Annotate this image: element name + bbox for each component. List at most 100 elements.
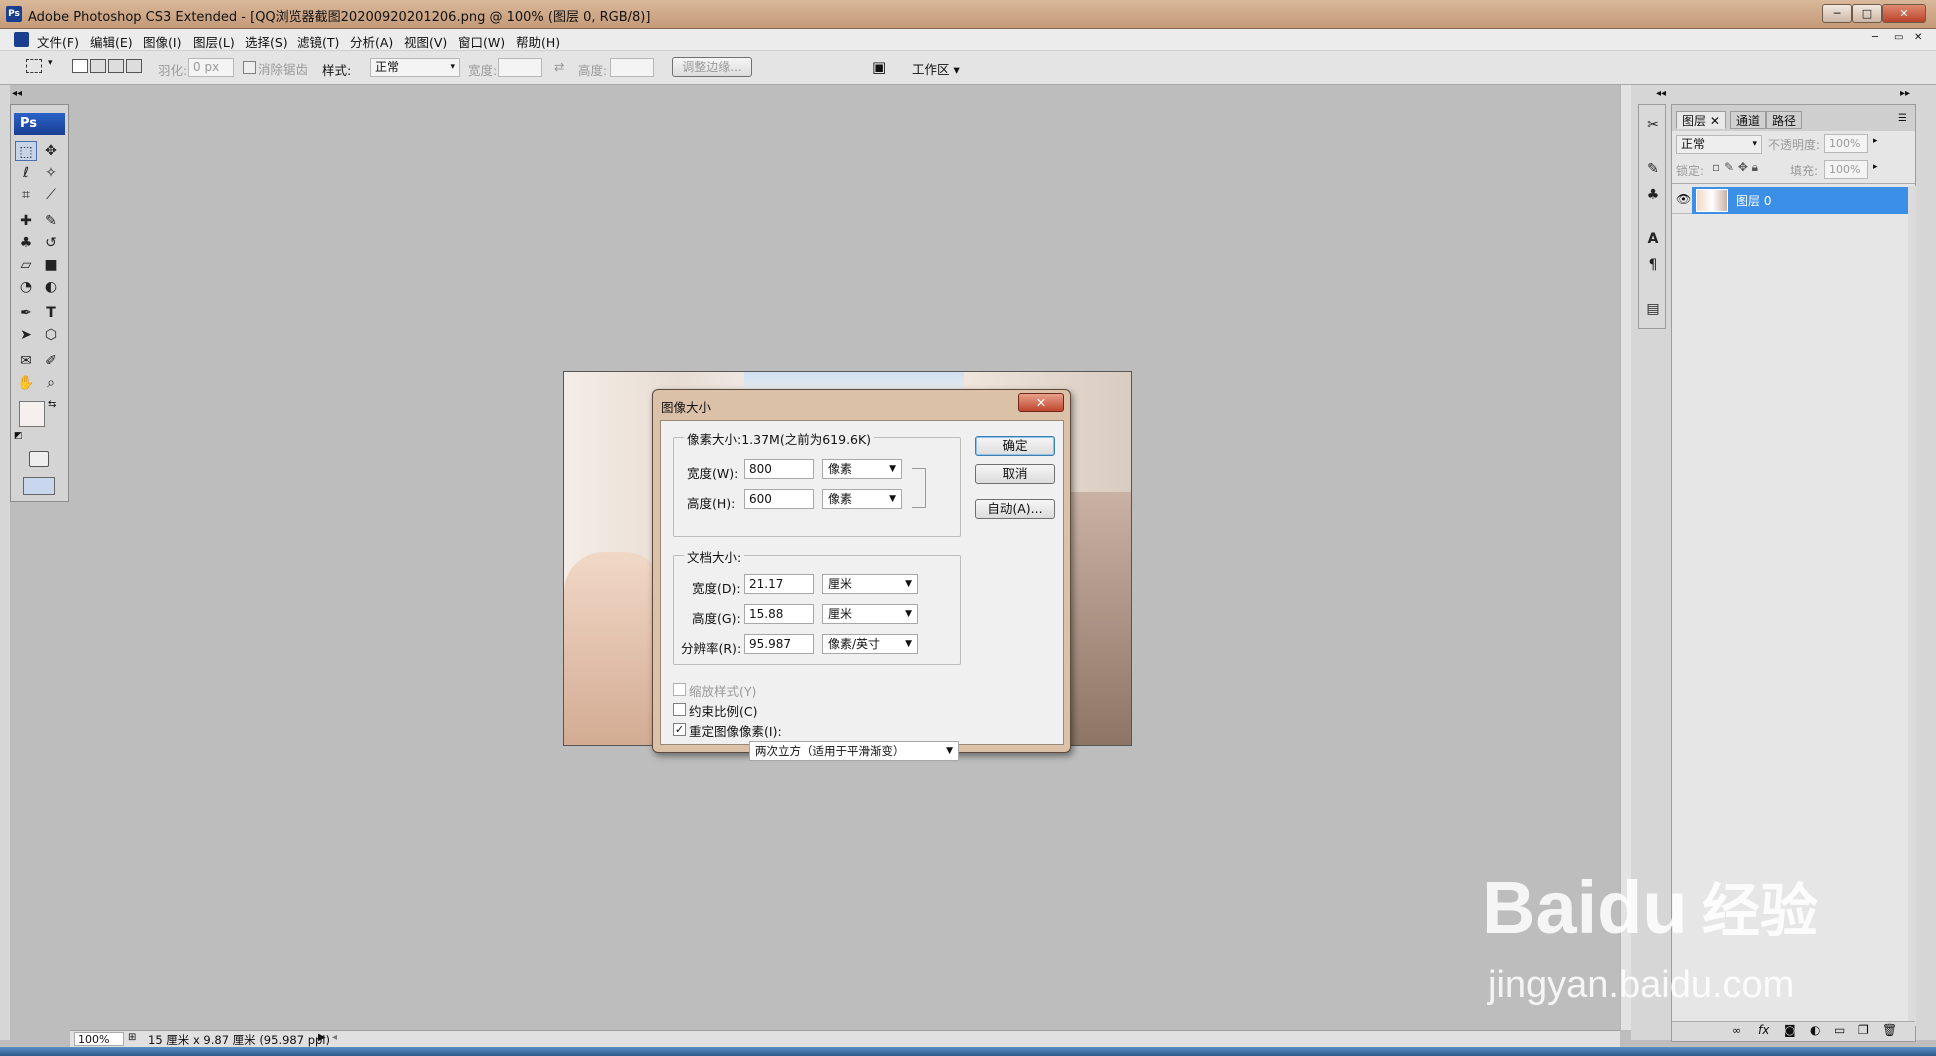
marquee-preset-icon[interactable] xyxy=(26,59,42,73)
swap-icon[interactable]: ⇄ xyxy=(554,59,564,74)
scroll-left-icon[interactable]: ◂ xyxy=(332,1032,337,1043)
expand-dock-icon[interactable]: ▸▸ xyxy=(1900,88,1910,99)
collapse-dock-icon[interactable]: ◂◂ xyxy=(1656,88,1666,99)
menu-filter[interactable]: 滤镜(T) xyxy=(297,32,339,51)
zoom-level[interactable]: 100% xyxy=(74,1032,124,1046)
link-layers-icon[interactable]: ∞ xyxy=(1732,1024,1741,1037)
quick-mask-icon[interactable] xyxy=(29,451,49,467)
eye-icon[interactable]: 👁︎ xyxy=(1676,192,1691,206)
width-input[interactable] xyxy=(498,58,542,77)
vertical-scrollbar[interactable] xyxy=(1620,85,1631,1030)
auto-button[interactable]: 自动(A)... xyxy=(975,499,1055,519)
gradient-tool-icon[interactable]: ■ xyxy=(40,255,62,275)
fill-input[interactable]: 100% xyxy=(1824,160,1868,179)
refine-edge-button[interactable]: 调整边缘... xyxy=(672,57,752,77)
menu-file[interactable]: 文件(F) xyxy=(37,32,79,51)
eyedropper-icon[interactable]: ✐ xyxy=(40,351,62,371)
layer-row[interactable]: 👁︎ 图层 0 xyxy=(1672,186,1908,214)
menu-image[interactable]: 图像(I) xyxy=(143,32,181,51)
ok-button[interactable]: 确定 xyxy=(975,436,1055,456)
lasso-tool-icon[interactable]: ℓ xyxy=(15,163,37,183)
character-icon[interactable]: A xyxy=(1642,229,1664,249)
type-tool-icon[interactable]: T xyxy=(40,303,62,323)
antialias-checkbox[interactable] xyxy=(243,61,256,74)
move-tool-icon[interactable]: ✥ xyxy=(40,141,62,161)
add-mask-icon[interactable]: ◙ xyxy=(1784,1023,1796,1037)
tab-channels[interactable]: 通道 xyxy=(1730,111,1767,129)
collapse-arrows-icon[interactable]: ◂◂ xyxy=(12,88,22,99)
fill-arrow-icon[interactable]: ▸ xyxy=(1873,162,1878,172)
tools-preset-icon[interactable]: ✂ xyxy=(1642,115,1664,135)
magic-wand-icon[interactable]: ✧ xyxy=(40,163,62,183)
opacity-arrow-icon[interactable]: ▸ xyxy=(1873,136,1878,146)
resample-method-select[interactable]: 两次立方（适用于平滑渐变） ▼ xyxy=(749,741,959,761)
hand-tool-icon[interactable]: ✋ xyxy=(15,373,37,393)
eraser-tool-icon[interactable]: ▱ xyxy=(15,255,37,275)
intersect-selection-icon[interactable] xyxy=(126,59,142,73)
zoom-tool-icon[interactable]: ⌕ xyxy=(40,373,62,393)
slice-tool-icon[interactable]: ⟋ xyxy=(40,185,62,205)
menu-window[interactable]: 窗口(W) xyxy=(458,32,505,51)
menu-select[interactable]: 选择(S) xyxy=(245,32,288,51)
layer-comps-icon[interactable]: ▤ xyxy=(1642,299,1664,319)
cancel-button[interactable]: 取消 xyxy=(975,464,1055,484)
close-button[interactable]: ✕ xyxy=(1882,4,1926,23)
panel-menu-icon[interactable]: ☰ xyxy=(1898,113,1907,124)
notes-tool-icon[interactable]: ✉ xyxy=(15,351,37,371)
tab-paths[interactable]: 路径 xyxy=(1766,111,1803,129)
chevron-down-icon[interactable]: ▾ xyxy=(48,58,53,68)
clone-source-icon[interactable]: ♣ xyxy=(1642,185,1664,205)
doc-close-button[interactable]: ✕ xyxy=(1914,32,1922,43)
brush-tool-icon[interactable]: ✎ xyxy=(40,211,62,231)
opacity-input[interactable]: 100% xyxy=(1824,134,1868,153)
doc-width-input[interactable]: 21.17 xyxy=(744,574,814,594)
resolution-unit-select[interactable]: 像素/英寸 ▼ xyxy=(822,634,918,654)
screen-mode-icon[interactable] xyxy=(23,477,55,495)
constrain-proportions-checkbox[interactable] xyxy=(673,703,686,716)
fx-icon[interactable]: fx xyxy=(1758,1023,1769,1037)
status-menu-arrow-icon[interactable]: ▶ xyxy=(318,1032,326,1043)
healing-brush-icon[interactable]: ✚ xyxy=(15,211,37,231)
feather-input[interactable]: 0 px xyxy=(188,58,234,77)
height-input[interactable] xyxy=(610,58,654,77)
clone-stamp-icon[interactable]: ♣ xyxy=(15,233,37,253)
doc-width-unit-select[interactable]: 厘米 ▼ xyxy=(822,574,918,594)
scale-styles-checkbox[interactable] xyxy=(673,683,686,696)
menu-analysis[interactable]: 分析(A) xyxy=(350,32,393,51)
doc-height-unit-select[interactable]: 厘米 ▼ xyxy=(822,604,918,624)
foreground-color-swatch[interactable] xyxy=(19,401,45,427)
crop-tool-icon[interactable]: ⌗ xyxy=(15,185,37,205)
resample-checkbox[interactable]: ✓ xyxy=(673,723,686,736)
tab-layers[interactable]: 图层 ✕ xyxy=(1676,111,1726,129)
blend-mode-select[interactable]: 正常 ▾ xyxy=(1676,135,1762,154)
menu-layer[interactable]: 图层(L) xyxy=(193,32,235,51)
trash-icon[interactable]: 🗑︎ xyxy=(1882,1023,1897,1037)
doc-height-input[interactable]: 15.88 xyxy=(744,604,814,624)
pen-tool-icon[interactable]: ✒ xyxy=(15,303,37,323)
minimize-button[interactable]: ─ xyxy=(1822,4,1852,23)
add-selection-icon[interactable] xyxy=(90,59,106,73)
paragraph-icon[interactable]: ¶ xyxy=(1642,255,1664,275)
new-group-icon[interactable]: ▭ xyxy=(1834,1023,1845,1037)
new-layer-icon[interactable]: ❐ xyxy=(1858,1023,1869,1037)
history-brush-icon[interactable]: ↺ xyxy=(40,233,62,253)
menu-help[interactable]: 帮助(H) xyxy=(516,32,560,51)
pixel-height-input[interactable]: 600 xyxy=(744,489,814,509)
pixel-width-input[interactable]: 800 xyxy=(744,459,814,479)
menu-edit[interactable]: 编辑(E) xyxy=(90,32,133,51)
marquee-tool-icon[interactable]: ⬚ xyxy=(15,141,37,161)
default-colors-icon[interactable]: ◩ xyxy=(14,431,23,441)
doc-minimize-button[interactable]: ─ xyxy=(1872,32,1878,43)
workspace-button[interactable]: 工作区 ▾ xyxy=(912,59,960,78)
maximize-button[interactable]: □ xyxy=(1852,4,1882,23)
layers-scrollbar[interactable] xyxy=(1908,186,1916,1026)
close-icon[interactable]: ✕ xyxy=(1710,114,1720,128)
brushes-icon[interactable]: ✎ xyxy=(1642,159,1664,179)
tool-presets-icon[interactable]: ▣ xyxy=(872,58,886,76)
path-selection-icon[interactable]: ➤ xyxy=(15,325,37,345)
pixel-width-unit-select[interactable]: 像素 ▼ xyxy=(822,459,902,479)
new-selection-icon[interactable] xyxy=(72,59,88,73)
swap-colors-icon[interactable]: ⇆ xyxy=(48,399,56,410)
menu-view[interactable]: 视图(V) xyxy=(404,32,447,51)
adjustment-layer-icon[interactable]: ◐ xyxy=(1810,1023,1820,1037)
